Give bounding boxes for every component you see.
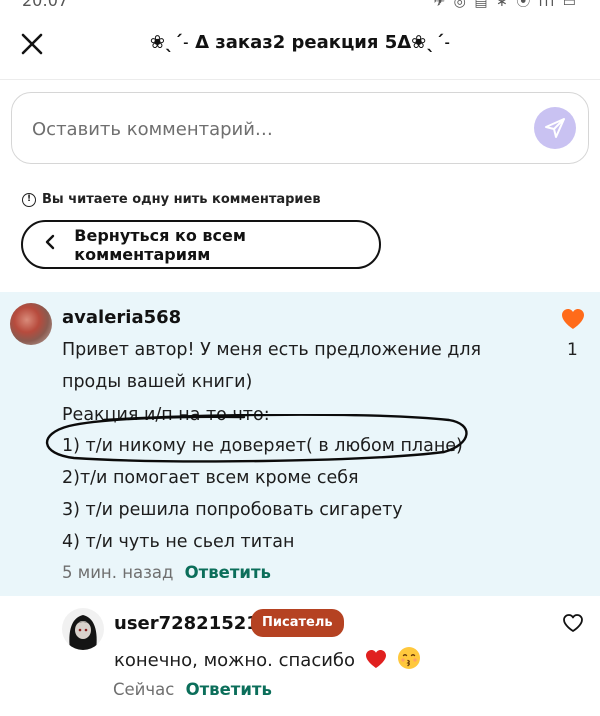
comment-line: 1) т/и никому не доверяет( в любом плане…: [62, 436, 463, 456]
chevron-left-icon: [43, 233, 68, 256]
comment-line: 3) т/и решила попробовать сигарету: [62, 500, 403, 520]
writer-badge: Писатель: [251, 609, 344, 637]
like-count: 1: [567, 340, 578, 360]
comment-line: Привет автор! У меня есть предложение дл…: [62, 340, 482, 360]
comment-line: 2)т/и помогает всем кроме себя: [62, 468, 359, 488]
back-button-label: Вернуться ко всем комментариям: [74, 225, 246, 264]
reply-timestamp: Сейчас: [113, 680, 175, 699]
avatar-image: [69, 615, 97, 650]
reply-text: конечно, можно. спасибо: [114, 646, 421, 675]
red-heart-icon: [365, 649, 387, 674]
status-time: 20:07: [22, 0, 69, 10]
thread-note: ! Вы читаете одну нить комментариев: [22, 192, 321, 207]
reply-button[interactable]: Ответить: [186, 680, 272, 699]
avatar[interactable]: [10, 303, 52, 345]
status-icons: ✈ ◎ ▤ ∗ ⦿ ıll ▭: [433, 0, 578, 10]
send-icon: [545, 118, 565, 138]
reply-username[interactable]: user72821521: [114, 613, 259, 634]
main-comment: avaleria568 1 Привет автор! У меня есть …: [0, 292, 600, 596]
comment-line: 4) т/и чуть не сьел титан: [62, 532, 295, 552]
send-button[interactable]: [534, 107, 576, 149]
like-button[interactable]: [562, 613, 584, 633]
comment-username[interactable]: avaleria568: [62, 307, 181, 328]
reply-comment: user72821521 Писатель конечно, можно. сп…: [0, 596, 600, 716]
heart-filled-icon: [562, 309, 584, 329]
reply-meta: Сейчас Ответить: [113, 680, 272, 699]
avatar[interactable]: [62, 608, 104, 650]
reply-button[interactable]: Ответить: [185, 563, 271, 582]
info-icon: !: [22, 192, 36, 207]
status-bar: 20:07 ✈ ◎ ▤ ∗ ⦿ ıll ▭: [0, 0, 600, 10]
kissing-face-icon: [397, 646, 421, 675]
header: ❀ˎˊ˗ Δ заказ2 реакция 5Δ❀ˎˊ˗: [0, 10, 600, 80]
comment-input-box: [11, 92, 589, 164]
heart-outline-icon: [563, 614, 583, 632]
like-button[interactable]: [560, 307, 586, 331]
thread-note-text: Вы читаете одну нить комментариев: [42, 192, 321, 207]
comment-meta: 5 мин. назад Ответить: [62, 563, 271, 582]
page-title: ❀ˎˊ˗ Δ заказ2 реакция 5Δ❀ˎˊ˗: [149, 32, 451, 53]
comment-timestamp: 5 мин. назад: [62, 563, 174, 582]
comment-input[interactable]: [32, 111, 512, 147]
comment-line: проды вашей книги): [62, 372, 253, 392]
comment-line: Реакция и/п на то что:: [62, 405, 270, 425]
reply-text-body: конечно, можно. спасибо: [114, 650, 356, 671]
back-to-all-comments-button[interactable]: Вернуться ко всем комментариям: [21, 220, 381, 269]
